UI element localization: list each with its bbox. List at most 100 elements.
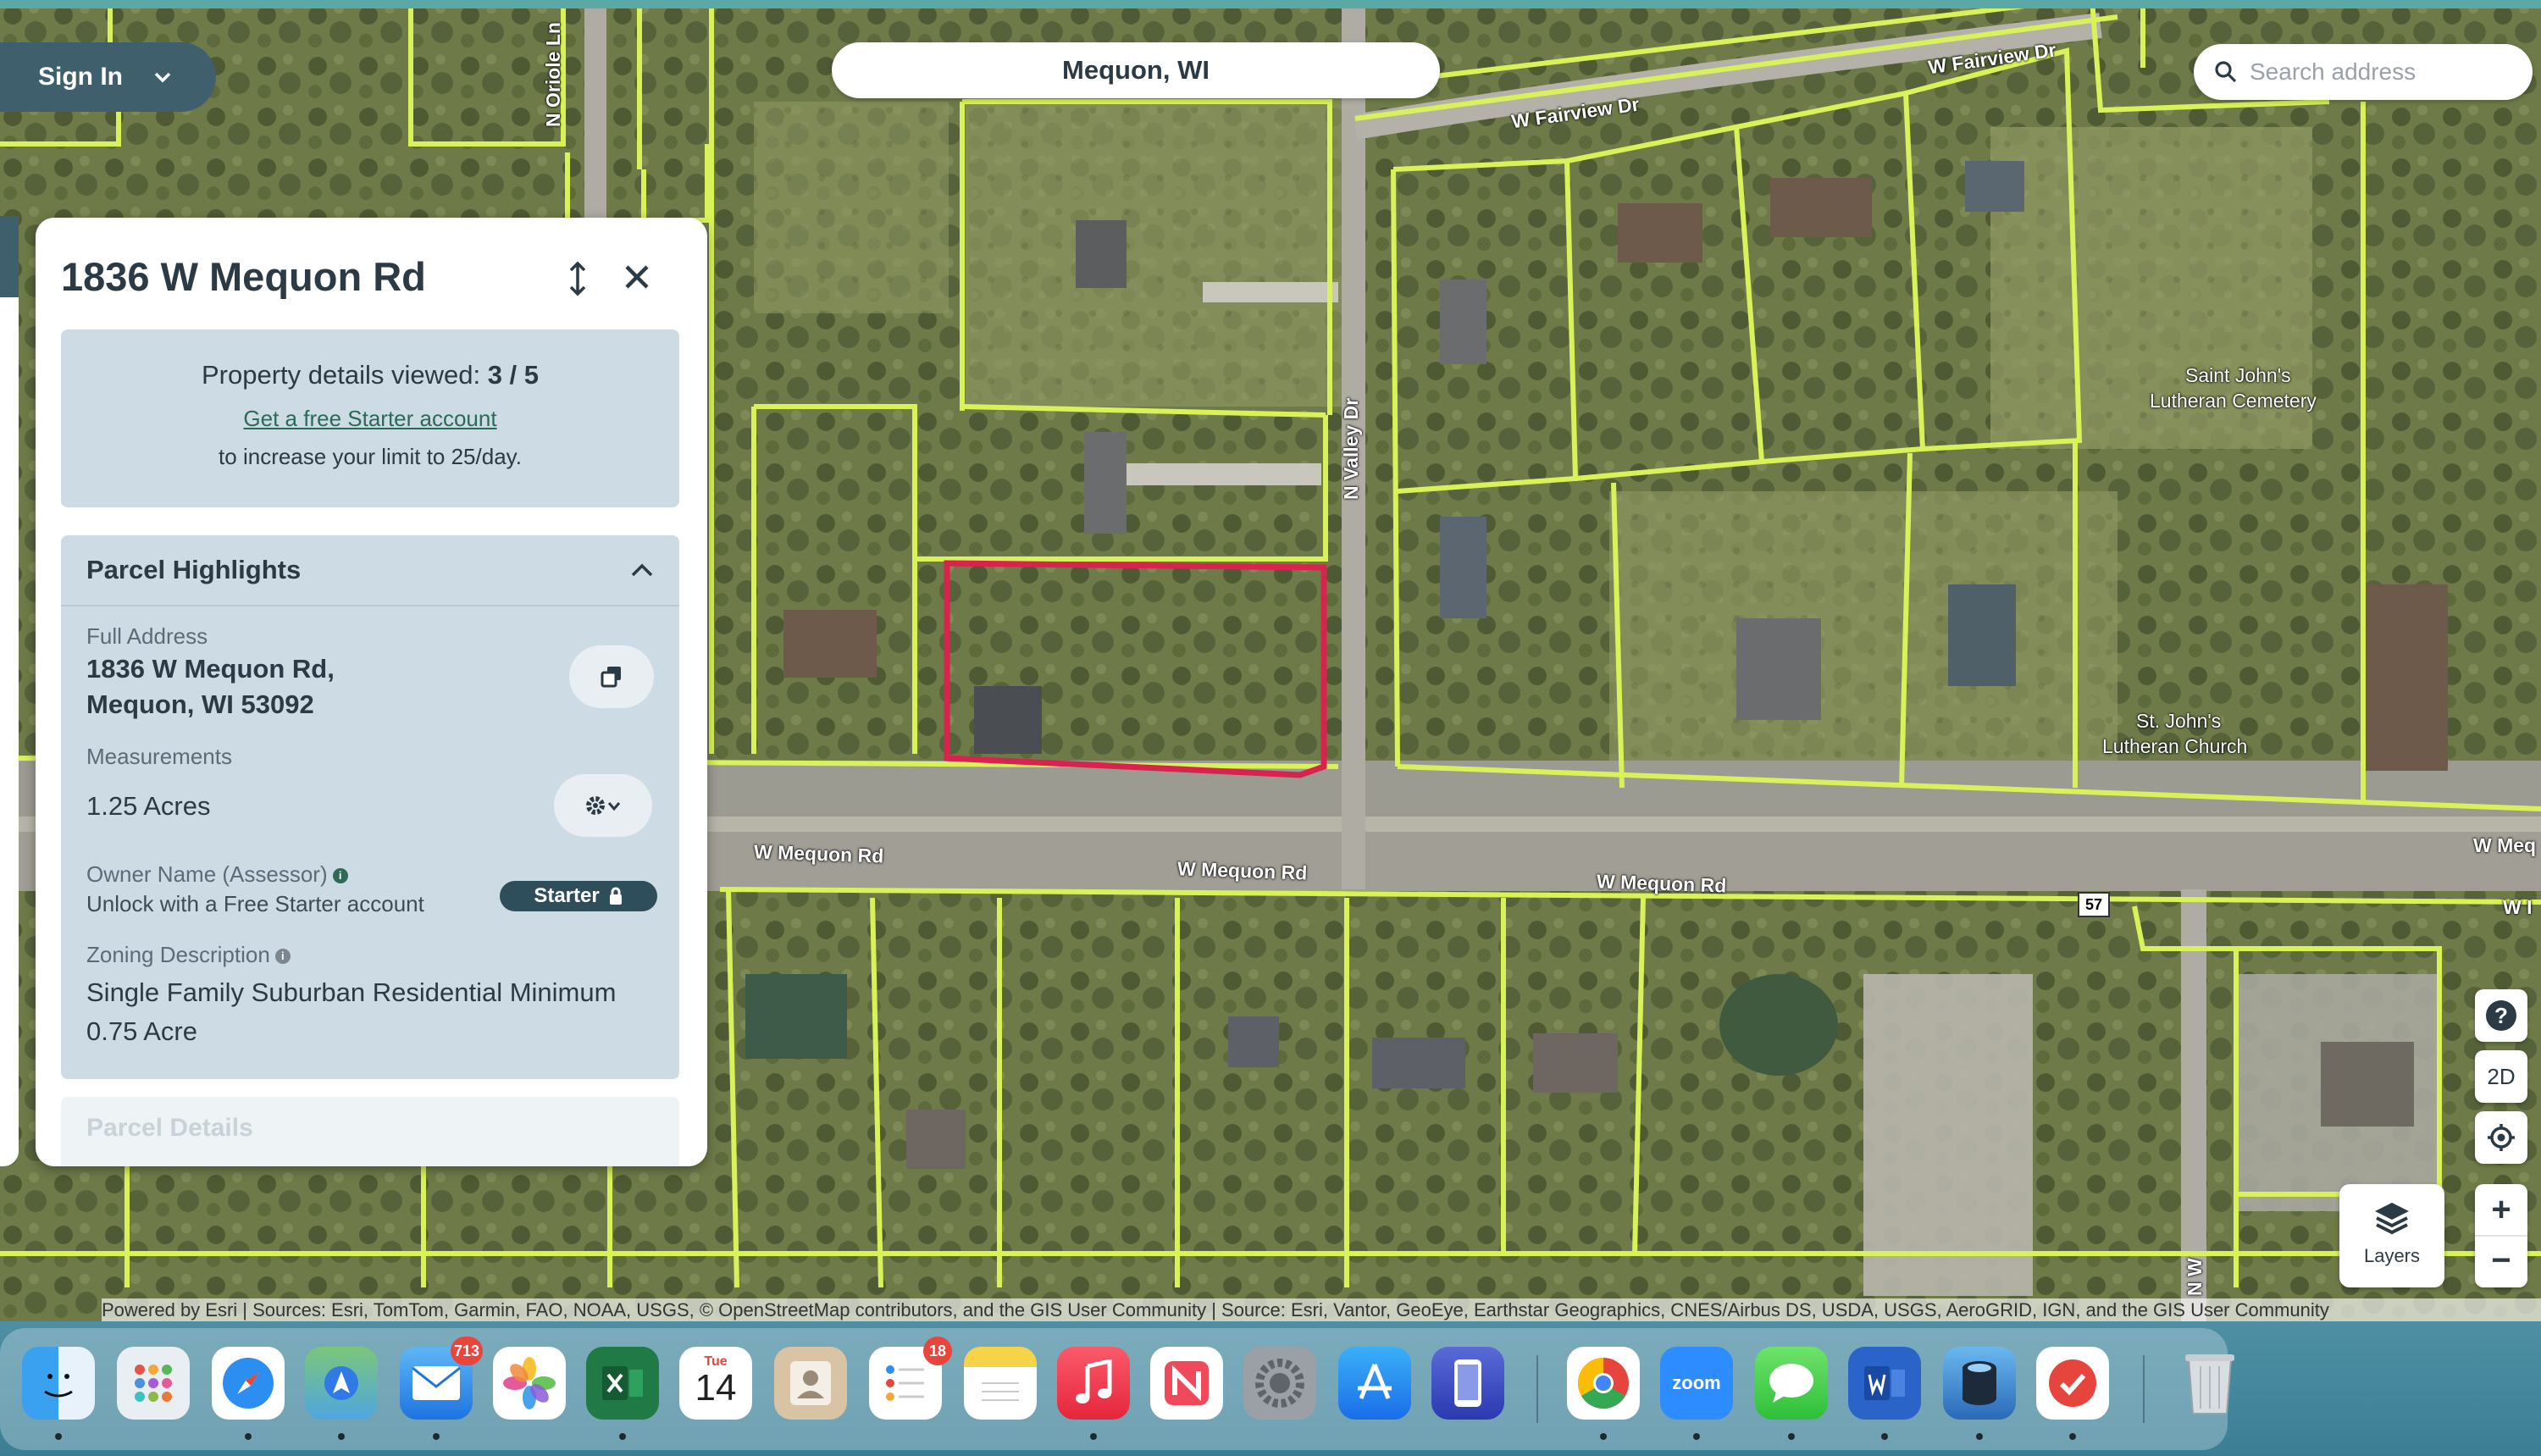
parcel-details-section[interactable]: Parcel Details (61, 1097, 679, 1166)
search-input[interactable]: Search address (2194, 44, 2533, 100)
messages-app[interactable] (1755, 1347, 1828, 1420)
speech-bubble-icon (1769, 1364, 1813, 1403)
poi-label: Lutheran Cemetery (2150, 390, 2317, 412)
launchpad-app[interactable] (117, 1347, 190, 1420)
poi-label: St. John's (2136, 710, 2222, 732)
system-settings-app[interactable] (1243, 1347, 1316, 1420)
street-label: W Meq (2473, 834, 2537, 856)
finder-app[interactable] (22, 1347, 95, 1420)
sign-in-label: Sign In (38, 63, 123, 91)
zoning-label-row: Zoning Description i (86, 942, 291, 968)
chevron-up-icon[interactable] (630, 562, 654, 578)
sign-in-button[interactable]: Sign In (0, 42, 216, 112)
owner-label: Owner Name (Assessor) (86, 861, 328, 887)
calendar-app[interactable]: Tue 14 (679, 1347, 752, 1420)
measurement-settings-button[interactable] (554, 774, 652, 837)
contacts-icon (790, 1361, 831, 1405)
reminders-app[interactable]: 18 (869, 1337, 952, 1420)
search-icon (2215, 61, 2237, 83)
views-notice: Property details viewed: 3 / 5 Get a fre… (61, 329, 679, 507)
copy-address-button[interactable] (569, 645, 654, 708)
todo-app[interactable] (2036, 1347, 2109, 1420)
running-indicator (1090, 1433, 1097, 1440)
news-icon (1165, 1361, 1209, 1405)
running-indicator (2069, 1433, 2076, 1440)
running-indicator (433, 1433, 440, 1440)
zoning-label: Zoning Description (86, 942, 270, 967)
top-strip (0, 0, 2541, 8)
street-label: W Mequon Rd (753, 840, 884, 867)
notes-app[interactable] (964, 1347, 1037, 1420)
copy-icon (601, 667, 621, 688)
word-app[interactable] (1848, 1347, 1921, 1420)
zoning-line2: 0.75 Acre (86, 1016, 197, 1046)
location-label: Mequon, WI (1062, 55, 1210, 85)
excel-app[interactable] (586, 1347, 659, 1420)
street-label: N W (2184, 1258, 2206, 1296)
zoom-in-button[interactable]: + (2475, 1184, 2527, 1237)
owner-value: Unlock with a Free Starter account (86, 891, 424, 916)
parcel-highlights-section: Parcel Highlights Full Address 1836 W Me… (61, 535, 679, 1079)
maps-icon (324, 1366, 358, 1400)
word-icon (1864, 1366, 1905, 1400)
running-indicator (1881, 1433, 1888, 1440)
running-indicator (55, 1433, 62, 1440)
running-indicator (619, 1433, 626, 1440)
chrome-app[interactable] (1567, 1347, 1640, 1420)
safari-app[interactable] (212, 1347, 285, 1420)
info-icon[interactable]: i (274, 949, 291, 965)
notes-icon (982, 1382, 1019, 1401)
checkmark-icon (2049, 1359, 2096, 1407)
zoom-out-button[interactable]: − (2475, 1237, 2527, 1287)
collapsed-side-panel[interactable] (0, 216, 19, 1166)
zoom-app[interactable]: zoom (1660, 1347, 1733, 1420)
dock-separator (1536, 1355, 1538, 1423)
photos-app[interactable] (493, 1347, 566, 1420)
mail-app[interactable]: 713 (400, 1337, 483, 1420)
app-store-app[interactable] (1338, 1347, 1411, 1420)
calendar-day: 14 (695, 1367, 737, 1409)
simulator-app[interactable] (1431, 1347, 1504, 1420)
parcel-highlights-header[interactable]: Parcel Highlights (61, 535, 679, 606)
parcel-highlights-title: Parcel Highlights (86, 555, 302, 584)
street-label: N Valley Dr (1340, 397, 1362, 500)
music-app[interactable] (1057, 1347, 1130, 1420)
side-panel-tab[interactable] (0, 216, 19, 297)
maps-app[interactable] (305, 1347, 378, 1420)
views-count: 3 / 5 (487, 360, 540, 390)
storage-app[interactable] (1943, 1347, 2016, 1420)
property-panel: 1836 W Mequon Rd Property details viewed… (36, 218, 707, 1166)
views-line: Property details viewed: 3 / 5 (61, 360, 679, 390)
info-icon[interactable]: i (332, 868, 348, 884)
map-attribution: Powered by Esri | Sources: Esri, TomTom,… (102, 1298, 2541, 1321)
resize-vertical-icon[interactable] (561, 260, 595, 297)
measurements-value: 1.25 Acres (86, 791, 211, 821)
layers-icon (2375, 1203, 2409, 1235)
excel-icon (602, 1366, 643, 1400)
view-mode-button[interactable]: 2D (2475, 1050, 2527, 1103)
contacts-app[interactable] (774, 1347, 847, 1420)
close-icon[interactable] (620, 260, 654, 294)
mail-badge: 713 (450, 1337, 483, 1365)
phone-icon (1454, 1359, 1481, 1407)
location-pill[interactable]: Mequon, WI (832, 42, 1440, 98)
dock-separator (2143, 1355, 2145, 1423)
trash-app[interactable] (2173, 1347, 2246, 1420)
running-indicator (1788, 1433, 1795, 1440)
limit-text: to increase your limit to 25/day. (219, 444, 522, 469)
help-button[interactable]: ? (2475, 989, 2527, 1042)
starter-badge-label: Starter (534, 884, 600, 907)
poi-label: Lutheran Church (2102, 735, 2248, 757)
help-icon: ? (2486, 1000, 2516, 1031)
zoom-controls: + − (2475, 1184, 2527, 1287)
news-app[interactable] (1150, 1347, 1223, 1420)
chevron-down-icon (154, 72, 171, 83)
street-label: W Mequon Rd (1176, 857, 1308, 884)
layers-button[interactable]: Layers (2339, 1184, 2444, 1287)
trash-icon (2185, 1354, 2234, 1414)
starter-badge-button[interactable]: Starter (500, 881, 657, 911)
photos-icon (503, 1357, 556, 1409)
locate-button[interactable] (2475, 1111, 2527, 1164)
finder-icon (44, 1374, 73, 1398)
starter-account-link[interactable]: Get a free Starter account (61, 406, 679, 432)
